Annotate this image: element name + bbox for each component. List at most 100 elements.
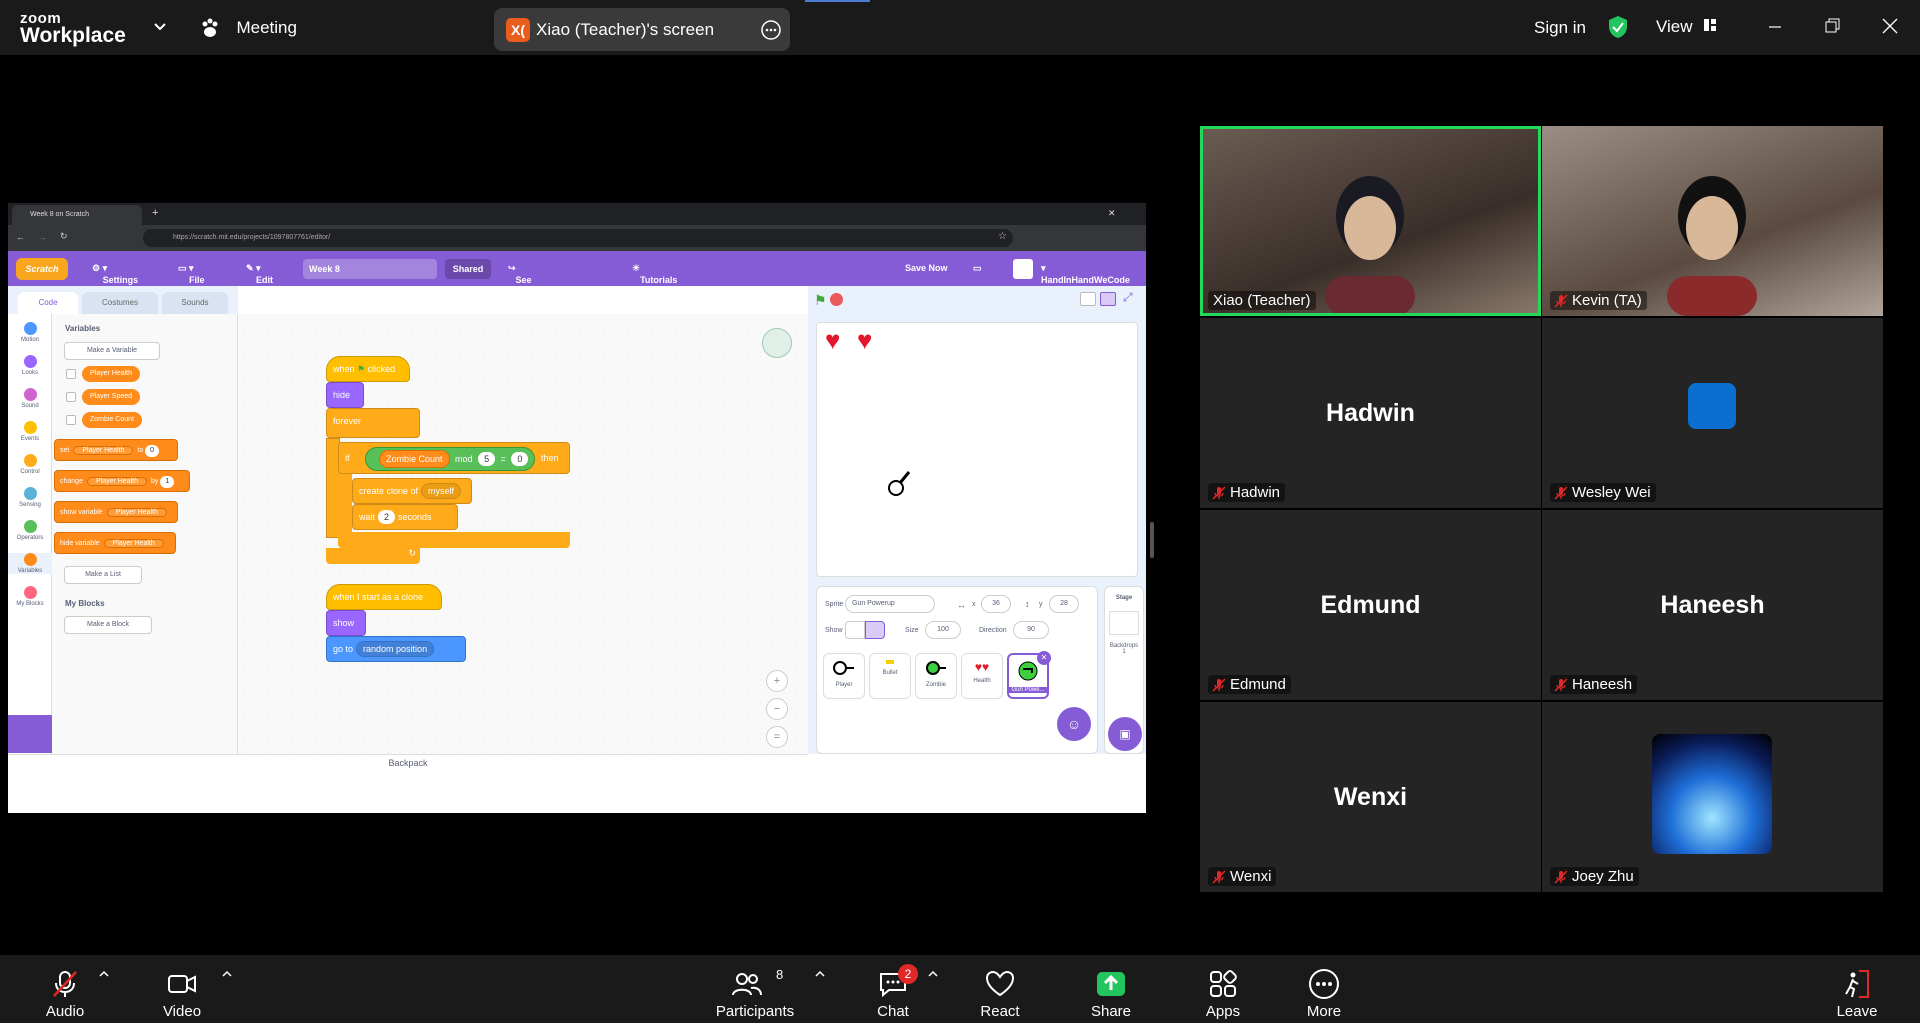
choose-sprite-button[interactable]: ☺ — [1057, 707, 1091, 741]
participants-button[interactable]: 8 Participants — [710, 955, 800, 1023]
equals-value-input[interactable]: 0 — [511, 452, 529, 466]
variable-dropdown[interactable]: Player Health — [106, 508, 167, 517]
variable-reporter[interactable]: Player Health — [82, 366, 141, 382]
more-options-icon[interactable] — [760, 19, 782, 41]
hide-variable-block[interactable]: hide variable Player Health — [54, 532, 176, 554]
chat-button[interactable]: 2 Chat — [858, 955, 928, 1023]
show-block[interactable]: show — [326, 610, 366, 636]
when-clone-start-block[interactable]: when I start as a clone — [326, 584, 442, 610]
zombie-count-reporter[interactable]: Zombie Count — [379, 450, 450, 468]
tab-sounds[interactable]: Sounds — [162, 292, 228, 314]
sprite-tile[interactable]: Player — [823, 653, 865, 699]
new-tab-icon[interactable]: + — [152, 207, 158, 219]
sign-in-link[interactable]: Sign in — [1534, 18, 1586, 38]
category-control[interactable]: Control — [8, 454, 52, 475]
participant-tile[interactable]: Kevin (TA) — [1542, 126, 1883, 316]
project-title-input[interactable]: Week 8 — [303, 259, 437, 279]
stage-canvas[interactable]: ♥ ♥ — [816, 322, 1138, 577]
zoom-logo[interactable]: zoom Workplace — [20, 11, 126, 46]
share-button[interactable]: Share — [1076, 955, 1146, 1023]
hide-block[interactable]: hide — [326, 382, 364, 408]
url-field[interactable]: https://scratch.mit.edu/projects/1097807… — [143, 229, 1013, 247]
make-block-button[interactable]: Make a Block — [64, 616, 152, 634]
sprite-tile[interactable]: Gun Powe... ✕ — [1007, 651, 1051, 699]
file-menu[interactable]: ▭ File ▾ — [178, 263, 205, 285]
participants-options-chevron-icon[interactable] — [815, 969, 825, 979]
sprite-name-input[interactable]: Gun Powerup — [845, 595, 935, 613]
choose-backdrop-button[interactable]: ▣ — [1108, 717, 1142, 751]
see-project-page-button[interactable]: ↪ See Project Page — [508, 263, 546, 305]
show-hidden-icon[interactable] — [865, 621, 885, 639]
settings-menu[interactable]: ⚙ Settings ▾ — [92, 263, 138, 285]
zoom-in-icon[interactable]: + — [766, 670, 788, 692]
category-my-blocks[interactable]: My Blocks — [8, 586, 52, 607]
stage-selector[interactable]: Stage Backdrops 1 ▣ — [1104, 586, 1144, 754]
green-flag-icon[interactable]: ⚑ — [814, 292, 827, 309]
variable-checkbox[interactable] — [66, 415, 76, 425]
make-variable-button[interactable]: Make a Variable — [64, 342, 160, 360]
category-sound[interactable]: Sound — [8, 388, 52, 409]
sprite-tile[interactable]: Bullet — [869, 653, 911, 699]
show-variable-block[interactable]: show variable Player Health — [54, 501, 178, 523]
stop-icon[interactable] — [830, 293, 843, 306]
variable-reporter[interactable]: Zombie Count — [82, 412, 142, 428]
participant-tile[interactable]: Haneesh Haneesh — [1542, 510, 1883, 700]
when-flag-clicked-block[interactable]: when ⚑ clicked — [326, 356, 410, 382]
value-input[interactable]: 1 — [160, 476, 175, 488]
sprite-tile[interactable]: ♥♥ Health — [961, 653, 1003, 699]
clone-target-dropdown[interactable]: myself — [421, 483, 462, 499]
more-button[interactable]: More — [1289, 955, 1359, 1023]
equals-operator[interactable]: Zombie Count mod 5 = 0 — [365, 447, 535, 471]
forward-icon[interactable]: → — [38, 232, 47, 242]
participant-tile[interactable]: Joey Zhu — [1542, 702, 1883, 892]
category-variables[interactable]: Variables — [8, 553, 52, 574]
variable-checkbox[interactable] — [66, 369, 76, 379]
participant-tile[interactable]: Wesley Wei — [1542, 318, 1883, 508]
react-button[interactable]: React — [965, 955, 1035, 1023]
back-icon[interactable]: ← — [16, 232, 25, 242]
tutorials-button[interactable]: ☀ Tutorials — [632, 263, 677, 285]
sprite-tile[interactable]: Zombie — [915, 653, 957, 699]
shared-screen[interactable]: Week 8 on Scratch + ✕ ← → ↻ https://scra… — [8, 203, 1146, 813]
participant-tile[interactable]: Edmund Edmund — [1200, 510, 1541, 700]
leave-button[interactable]: Leave — [1822, 955, 1892, 1023]
zoom-reset-icon[interactable]: = — [766, 726, 788, 748]
tab-code[interactable]: Code — [18, 292, 78, 314]
variable-dropdown[interactable]: Player Health — [86, 477, 147, 486]
set-variable-block[interactable]: set Player Health to 0 — [54, 439, 178, 461]
apps-button[interactable]: Apps — [1188, 955, 1258, 1023]
make-list-button[interactable]: Make a List — [64, 566, 142, 584]
variable-checkbox[interactable] — [66, 392, 76, 402]
chat-options-chevron-icon[interactable] — [928, 969, 938, 979]
variable-dropdown[interactable]: Player Health — [103, 539, 164, 548]
size-input[interactable]: 100 — [925, 621, 961, 639]
go-to-target-dropdown[interactable]: random position — [356, 641, 435, 657]
participant-tile[interactable]: Wenxi Wenxi — [1200, 702, 1541, 892]
delete-sprite-icon[interactable]: ✕ — [1037, 651, 1051, 665]
create-clone-block[interactable]: create clone of myself — [352, 478, 472, 504]
browser-tab[interactable]: Week 8 on Scratch — [12, 205, 142, 225]
x-input[interactable]: 36 — [981, 595, 1011, 613]
backpack-bar[interactable]: Backpack — [8, 754, 808, 771]
participant-tile[interactable]: Xiao (Teacher) — [1200, 126, 1541, 316]
normal-stage-icon[interactable] — [1100, 292, 1116, 306]
category-sensing[interactable]: Sensing — [8, 487, 52, 508]
category-events[interactable]: Events — [8, 421, 52, 442]
video-button[interactable]: Video — [147, 955, 217, 1023]
value-input[interactable]: 0 — [145, 445, 160, 457]
audio-options-chevron-icon[interactable] — [99, 969, 109, 979]
code-area[interactable]: when ⚑ clicked hide forever if Zombie Co… — [238, 314, 808, 754]
y-input[interactable]: 28 — [1049, 595, 1079, 613]
username-menu[interactable]: HandInHandWeCode ▾ — [1041, 263, 1130, 285]
audio-button[interactable]: Audio — [30, 955, 100, 1023]
scratch-logo[interactable]: Scratch — [16, 258, 68, 280]
category-looks[interactable]: Looks — [8, 355, 52, 376]
meeting-menu[interactable]: Meeting — [200, 18, 297, 38]
bookmark-star-icon[interactable]: ☆ — [998, 231, 1007, 242]
chevron-down-icon[interactable] — [153, 22, 167, 32]
small-stage-icon[interactable] — [1080, 292, 1096, 306]
tab-costumes[interactable]: Costumes — [82, 292, 158, 314]
direction-input[interactable]: 90 — [1013, 621, 1049, 639]
variable-reporter[interactable]: Player Speed — [82, 389, 141, 405]
close-icon[interactable] — [1882, 18, 1898, 34]
